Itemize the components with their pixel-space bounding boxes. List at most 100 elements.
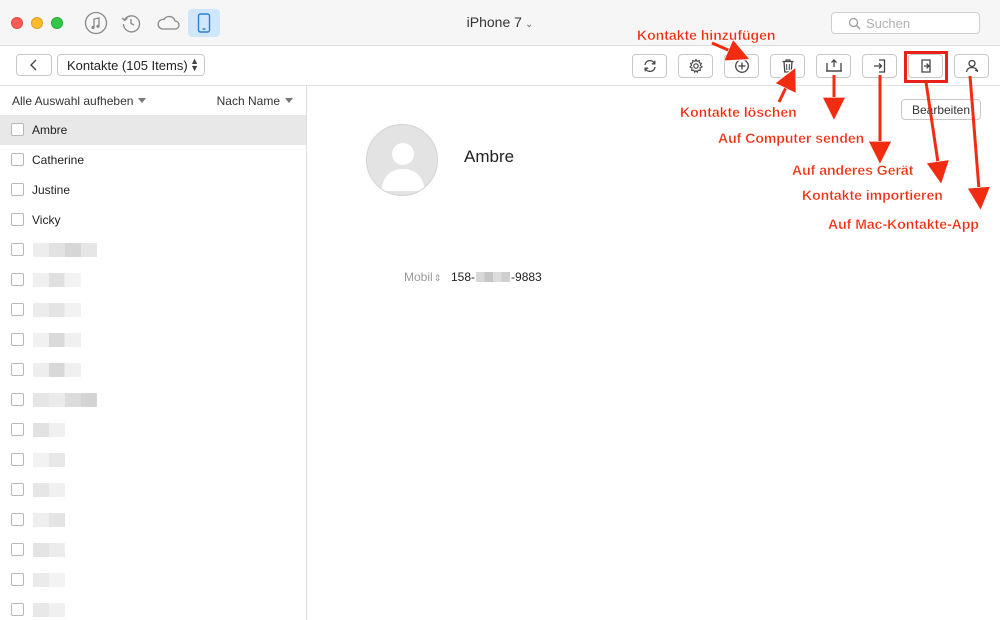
device-selector[interactable]: iPhone 7 ⌄: [440, 14, 560, 30]
checkbox[interactable]: [11, 123, 24, 136]
send-to-device-button[interactable]: [862, 54, 897, 78]
contact-name: Vicky: [32, 213, 61, 227]
search-icon: [848, 17, 861, 30]
redacted-name: [33, 273, 81, 287]
list-item[interactable]: [0, 235, 306, 265]
checkbox[interactable]: [11, 543, 24, 556]
updown-chevron-icon: ⇕: [433, 273, 442, 283]
annotation-import-contacts: Kontakte importieren: [802, 187, 943, 203]
device-tab[interactable]: [188, 9, 220, 37]
music-icon[interactable]: [83, 10, 109, 36]
list-item[interactable]: [0, 325, 306, 355]
list-item[interactable]: [0, 295, 306, 325]
toolbar: Kontakte (105 Items) ▲ ▼: [0, 46, 1000, 86]
checkbox[interactable]: [11, 303, 24, 316]
checkbox[interactable]: [11, 183, 24, 196]
sort-dropdown[interactable]: Nach Name: [217, 94, 293, 108]
contact-name: Ambre: [32, 123, 68, 137]
refresh-icon: [643, 59, 656, 73]
delete-contact-button[interactable]: [770, 54, 805, 78]
iphone-icon: [197, 13, 211, 33]
restore-icon[interactable]: [118, 10, 144, 36]
redacted-name: [33, 483, 65, 497]
checkbox[interactable]: [11, 573, 24, 586]
list-item[interactable]: [0, 415, 306, 445]
arrow-mac: [970, 75, 980, 202]
redacted-name: [33, 453, 65, 467]
minimize-window-button[interactable]: [31, 17, 43, 29]
deselect-all-dropdown[interactable]: Alle Auswahl aufheben: [12, 94, 147, 108]
trash-icon: [782, 59, 793, 73]
edit-button[interactable]: Bearbeiten: [901, 99, 981, 120]
to-mac-contacts-button[interactable]: [954, 54, 989, 78]
checkbox[interactable]: [11, 273, 24, 286]
list-item[interactable]: [0, 505, 306, 535]
contact-name: Justine: [32, 183, 71, 197]
avatar: [366, 124, 438, 196]
deselect-all-label: Alle Auswahl aufheben: [12, 94, 134, 108]
checkbox[interactable]: [11, 513, 24, 526]
checkbox[interactable]: [11, 423, 24, 436]
icloud-icon[interactable]: [154, 10, 182, 36]
checkbox[interactable]: [11, 153, 24, 166]
category-label: Kontakte (105 Items): [67, 57, 188, 73]
maximize-window-button[interactable]: [51, 17, 63, 29]
checkbox[interactable]: [11, 483, 24, 496]
checkbox[interactable]: [11, 243, 24, 256]
phone-type-select[interactable]: Mobil⇕: [404, 270, 441, 284]
highlight-box: [904, 51, 948, 83]
annotation-send-to-computer: Auf Computer senden: [718, 130, 865, 146]
list-item[interactable]: [0, 445, 306, 475]
redacted-name: [33, 363, 81, 377]
close-window-button[interactable]: [11, 17, 23, 29]
checkbox[interactable]: [11, 213, 24, 226]
search-input[interactable]: [866, 15, 966, 31]
checkbox[interactable]: [11, 333, 24, 346]
annotation-send-to-device: Auf anderes Gerät: [792, 162, 914, 178]
redacted-name: [33, 543, 65, 557]
chevron-down-icon: ⌄: [524, 19, 534, 30]
list-item[interactable]: [0, 355, 306, 385]
person-silhouette-icon: [381, 143, 425, 191]
category-select[interactable]: Kontakte (105 Items) ▲ ▼: [57, 54, 205, 76]
checkbox[interactable]: [11, 453, 24, 466]
import-device-icon: [873, 59, 885, 73]
list-item[interactable]: Ambre: [0, 115, 306, 145]
title-bar: iPhone 7 ⌄: [0, 0, 1000, 46]
list-item[interactable]: [0, 565, 306, 595]
checkbox[interactable]: [11, 363, 24, 376]
contact-name: Catherine: [32, 153, 85, 167]
search-box[interactable]: [831, 12, 980, 34]
annotation-add-contacts: Kontakte hinzufügen: [637, 27, 776, 43]
annotation-delete-contacts: Kontakte löschen: [680, 104, 797, 120]
back-button[interactable]: [16, 54, 52, 76]
redacted-name: [33, 423, 65, 437]
list-item[interactable]: [0, 595, 306, 620]
list-item[interactable]: [0, 475, 306, 505]
phone-type-label: Mobil: [404, 270, 433, 284]
list-item[interactable]: [0, 265, 306, 295]
export-computer-icon: [825, 59, 842, 72]
annotation-to-mac-contacts: Auf Mac-Kontakte-App: [828, 216, 979, 232]
contact-detail-name: Ambre: [464, 147, 515, 166]
checkbox[interactable]: [11, 393, 24, 406]
redacted-name: [33, 333, 81, 347]
list-item[interactable]: Vicky: [0, 205, 306, 235]
arrow-import: [924, 81, 940, 176]
person-icon: [965, 59, 978, 73]
redacted-name: [33, 603, 65, 617]
list-item[interactable]: [0, 535, 306, 565]
refresh-button[interactable]: [632, 54, 667, 78]
gear-icon: [688, 58, 703, 74]
plus-circle-icon: [734, 59, 749, 73]
list-item[interactable]: [0, 385, 306, 415]
redacted-name: [33, 303, 81, 317]
send-to-computer-button[interactable]: [816, 54, 851, 78]
settings-button[interactable]: [678, 54, 713, 78]
add-contact-button[interactable]: [724, 54, 759, 78]
checkbox[interactable]: [11, 603, 24, 616]
list-item[interactable]: Catherine: [0, 145, 306, 175]
caret-down-icon: [138, 98, 147, 103]
list-item[interactable]: Justine: [0, 175, 306, 205]
sort-label: Nach Name: [216, 94, 280, 108]
